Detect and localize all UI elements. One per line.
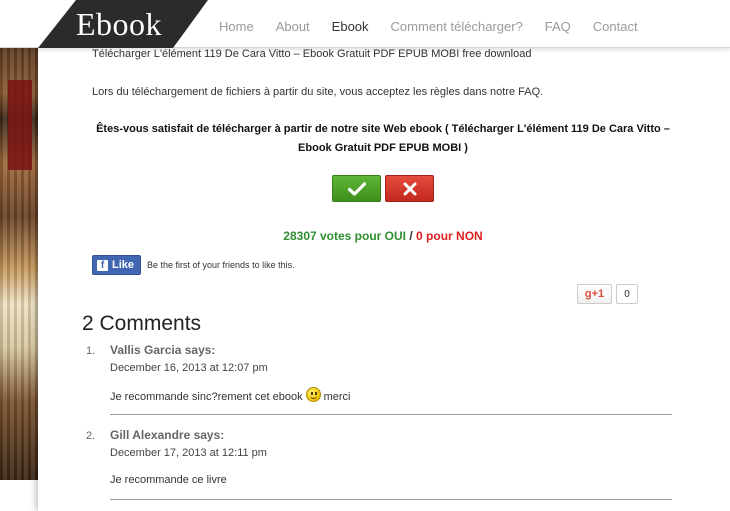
google-plus-widget: g+1 0: [577, 284, 638, 304]
facebook-like-button[interactable]: f Like: [92, 255, 142, 275]
comment-author: Vallis Garcia says:: [110, 343, 216, 357]
x-icon: [403, 182, 416, 195]
comment-number: 1.: [86, 345, 96, 357]
comment-divider: [110, 499, 672, 500]
main-nav: Home About Ebook Comment télécharger? FA…: [219, 19, 660, 34]
comment-author: Gill Alexandre says:: [110, 428, 225, 442]
comment-item: 2. Gill Alexandre says: December 17, 201…: [82, 428, 672, 508]
nav-contact[interactable]: Contact: [593, 19, 638, 34]
ebook-title-line: Télécharger L'élément 119 De Cara Vitto …: [92, 48, 532, 60]
nav-about[interactable]: About: [276, 19, 310, 34]
vote-yes-button[interactable]: [332, 175, 381, 202]
check-icon: [347, 181, 366, 196]
site-header: Ebook Home About Ebook Comment télécharg…: [0, 0, 730, 48]
comment-date[interactable]: December 16, 2013 at 12:07 pm: [110, 362, 268, 374]
vote-no-button[interactable]: [385, 175, 434, 202]
vote-buttons: [332, 175, 434, 202]
facebook-icon: f: [97, 259, 108, 271]
facebook-like-text: Be the first of your friends to like thi…: [147, 260, 295, 270]
comment-date[interactable]: December 17, 2013 at 12:11 pm: [110, 447, 267, 459]
google-plus-button[interactable]: g+1: [577, 284, 612, 304]
question-line-1: Êtes-vous satisfait de télécharger à par…: [96, 123, 670, 135]
comment-divider: [110, 414, 672, 415]
comment-text-after: merci: [323, 390, 351, 403]
comment-body: Je recommande sinc?rement cet ebook merc…: [110, 387, 351, 404]
nav-faq[interactable]: FAQ: [545, 19, 571, 34]
votes-no: 0 pour NON: [416, 229, 483, 243]
nav-ebook[interactable]: Ebook: [332, 19, 369, 34]
comment-body: Je recommande ce livre: [110, 474, 227, 486]
logo-text: Ebook: [76, 6, 163, 42]
facebook-like-label: Like: [112, 259, 135, 271]
logo[interactable]: Ebook: [38, 0, 208, 48]
satisfaction-question: Êtes-vous satisfait de télécharger à par…: [78, 120, 688, 158]
background-book-spine: [8, 80, 32, 170]
vote-results: 28307 votes pour OUI / 0 pour NON: [78, 229, 688, 243]
comment-number: 2.: [86, 430, 96, 442]
question-line-2: Ebook Gratuit PDF EPUB MOBI ): [298, 142, 468, 154]
comment-text: Je recommande ce livre: [110, 474, 227, 486]
nav-home[interactable]: Home: [219, 19, 254, 34]
smiley-icon: [305, 387, 321, 402]
content-panel: Télécharger L'élément 119 De Cara Vitto …: [38, 0, 730, 511]
votes-yes: 28307 votes pour OUI: [283, 229, 407, 243]
nav-comment-telecharger[interactable]: Comment télécharger?: [391, 19, 523, 34]
votes-separator: /: [406, 229, 417, 243]
google-plus-count: 0: [616, 284, 638, 304]
comment-item: 1. Vallis Garcia says: December 16, 2013…: [82, 343, 672, 423]
facebook-like-widget: f Like Be the first of your friends to l…: [92, 255, 295, 275]
comment-text: Je recommande sinc?rement cet ebook: [110, 390, 303, 403]
comments-heading: 2 Comments: [82, 312, 202, 335]
rules-notice: Lors du téléchargement de fichiers à par…: [92, 86, 544, 98]
